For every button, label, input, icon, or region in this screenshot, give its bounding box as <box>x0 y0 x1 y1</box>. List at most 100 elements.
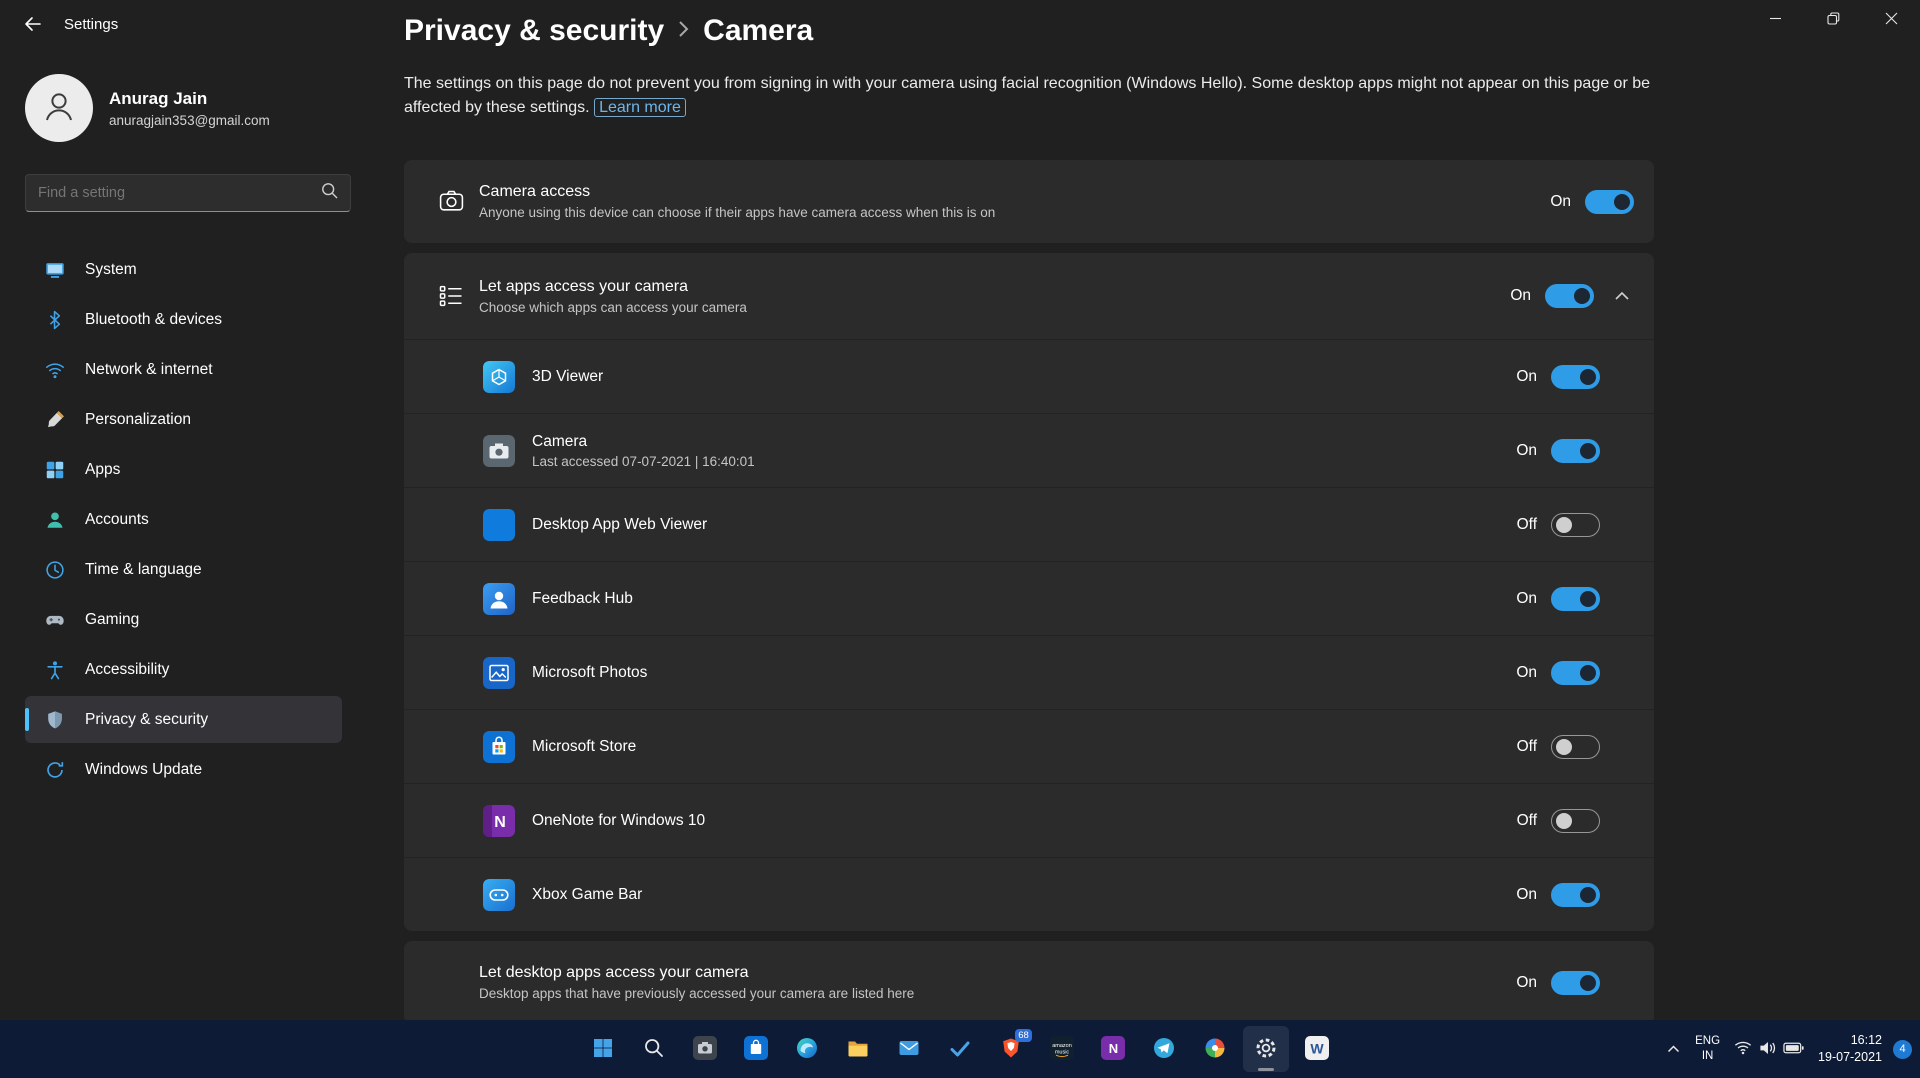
search-input[interactable] <box>38 185 321 201</box>
sidebar-item-label: Apps <box>85 461 120 479</box>
app-row-camera: Camera Last accessed 07-07-2021 | 16:40:… <box>404 413 1654 487</box>
sidebar-item-label: Privacy & security <box>85 711 208 729</box>
shield-icon <box>43 708 67 732</box>
accessibility-icon <box>43 658 67 682</box>
collapse-button[interactable] <box>1608 282 1636 310</box>
edge-app-button[interactable] <box>784 1026 830 1072</box>
battery-icon <box>1783 1041 1804 1058</box>
app-toggle-onenote[interactable] <box>1551 809 1600 833</box>
accounts-person-icon <box>43 508 67 532</box>
learn-more-link[interactable]: Learn more <box>594 98 686 117</box>
app-row-feedback-hub: Feedback Hub On <box>404 561 1654 635</box>
sidebar-item-apps[interactable]: Apps <box>25 446 342 493</box>
let-apps-state: On <box>1510 287 1531 305</box>
sidebar-item-time-language[interactable]: Time & language <box>25 546 342 593</box>
settings-app-button[interactable] <box>1243 1026 1289 1072</box>
sidebar-item-system[interactable]: System <box>25 246 342 293</box>
controller-icon <box>43 608 67 632</box>
wifi-icon <box>1734 1040 1752 1059</box>
tray-status-area[interactable] <box>1728 1034 1810 1065</box>
sidebar-item-accessibility[interactable]: Accessibility <box>25 646 342 693</box>
sidebar-item-label: Windows Update <box>85 761 202 779</box>
sidebar-item-bluetooth[interactable]: Bluetooth & devices <box>25 296 342 343</box>
start-button[interactable] <box>580 1026 626 1072</box>
brave-app-button[interactable]: 68 <box>988 1026 1034 1072</box>
sidebar-item-accounts[interactable]: Accounts <box>25 496 342 543</box>
app-toggle-desktop-app-web-viewer[interactable] <box>1551 513 1600 537</box>
desktop-apps-toggle[interactable] <box>1551 971 1600 995</box>
amazon-music-app-button[interactable]: amazonmusic <box>1039 1026 1085 1072</box>
sidebar-item-label: Bluetooth & devices <box>85 311 222 329</box>
onenote-icon: N <box>1101 1036 1125 1063</box>
camera-app-icon <box>483 435 515 467</box>
desktop-apps-state: On <box>1516 974 1537 992</box>
clock[interactable]: 16:12 19-07-2021 <box>1812 1026 1888 1072</box>
folder-icon <box>846 1036 870 1063</box>
profile-text: Anurag Jain anuragjain353@gmail.com <box>109 89 270 128</box>
back-button[interactable] <box>12 8 52 42</box>
sidebar-item-network[interactable]: Network & internet <box>25 346 342 393</box>
close-button[interactable] <box>1862 0 1920 40</box>
breadcrumb-parent[interactable]: Privacy & security <box>404 14 664 48</box>
onenote-app-button[interactable]: N <box>1090 1026 1136 1072</box>
app-name: Microsoft Photos <box>532 664 1516 682</box>
app-name: Feedback Hub <box>532 590 1516 608</box>
sidebar-item-personalization[interactable]: Personalization <box>25 396 342 443</box>
app-toggle-microsoft-photos[interactable] <box>1551 661 1600 685</box>
sidebar-item-gaming[interactable]: Gaming <box>25 596 342 643</box>
microsoft-store-icon <box>483 731 515 763</box>
minimize-button[interactable] <box>1746 0 1804 40</box>
telegram-icon <box>1152 1036 1176 1063</box>
breadcrumb: Privacy & security Camera <box>404 14 1654 48</box>
feedback-hub-icon <box>483 583 515 615</box>
notification-count-badge[interactable]: 4 <box>1893 1040 1912 1059</box>
let-apps-toggle[interactable] <box>1545 284 1594 308</box>
app-state: On <box>1516 664 1537 682</box>
camera-access-toggle[interactable] <box>1585 190 1634 214</box>
update-icon <box>43 758 67 782</box>
app-toggle-microsoft-store[interactable] <box>1551 735 1600 759</box>
volume-icon <box>1759 1040 1776 1059</box>
taskbar-search-button[interactable] <box>631 1026 677 1072</box>
page-title: Camera <box>703 14 813 48</box>
language-indicator[interactable]: ENGIN <box>1689 1028 1726 1070</box>
search-box <box>25 174 351 212</box>
tray-overflow-button[interactable] <box>1660 1036 1687 1063</box>
desktop-apps-text: Let desktop apps access your camera Desk… <box>479 964 1516 1001</box>
camera-access-card: Camera access Anyone using this device c… <box>404 160 1654 243</box>
telegram-app-button[interactable] <box>1141 1026 1187 1072</box>
profile-name: Anurag Jain <box>109 89 270 109</box>
clock-icon <box>43 558 67 582</box>
word-app-button[interactable]: W <box>1294 1026 1340 1072</box>
todo-app-button[interactable] <box>937 1026 983 1072</box>
app-toggle-3d-viewer[interactable] <box>1551 365 1600 389</box>
microsoft-store-button[interactable] <box>733 1026 779 1072</box>
sidebar: Anurag Jain anuragjain353@gmail.com Syst… <box>0 50 356 1020</box>
brave-tab-count-badge: 68 <box>1015 1029 1032 1042</box>
chevron-right-icon <box>677 14 690 48</box>
sidebar-item-windows-update[interactable]: Windows Update <box>25 746 342 793</box>
store-icon <box>744 1036 768 1063</box>
sidebar-item-privacy-security[interactable]: Privacy & security <box>25 696 342 743</box>
photos-app-button[interactable] <box>1192 1026 1238 1072</box>
app-toggle-camera[interactable] <box>1551 439 1600 463</box>
mail-app-button[interactable] <box>886 1026 932 1072</box>
system-tray: ENGIN 16:12 19-07-2021 4 <box>1660 1020 1912 1078</box>
sidebar-item-label: Network & internet <box>85 361 213 379</box>
user-profile[interactable]: Anurag Jain anuragjain353@gmail.com <box>25 74 342 142</box>
windows-logo-icon <box>591 1036 615 1063</box>
sidebar-item-label: Accounts <box>85 511 149 529</box>
file-explorer-button[interactable] <box>835 1026 881 1072</box>
app-toggle-feedback-hub[interactable] <box>1551 587 1600 611</box>
camera-app-button[interactable] <box>682 1026 728 1072</box>
onenote-icon: N <box>483 805 515 837</box>
app-state: Off <box>1517 738 1537 756</box>
search-icon <box>321 182 338 204</box>
svg-text:music: music <box>1055 1049 1070 1055</box>
camera-app-icon <box>693 1036 717 1063</box>
restore-button[interactable] <box>1804 0 1862 40</box>
app-toggle-xbox-game-bar[interactable] <box>1551 883 1600 907</box>
back-arrow-icon <box>23 15 42 36</box>
app-name: Xbox Game Bar <box>532 886 1516 904</box>
app-state: Off <box>1517 516 1537 534</box>
